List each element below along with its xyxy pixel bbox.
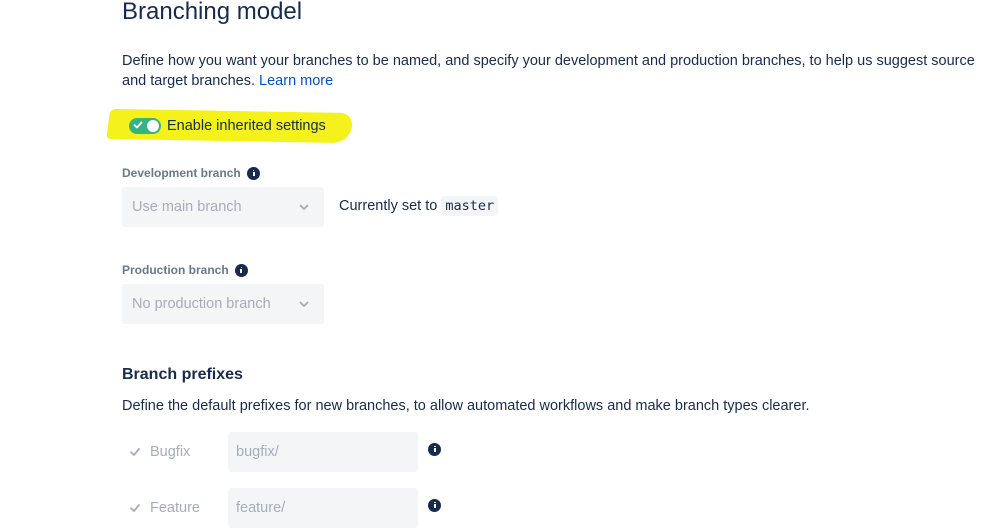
branching-model-page: Branching model Define how you want your… <box>0 0 999 528</box>
info-icon[interactable] <box>428 442 441 456</box>
prefix-name: Feature <box>150 500 200 516</box>
page-description: Define how you want your branches to be … <box>122 51 992 91</box>
development-branch-value: Use main branch <box>132 199 242 215</box>
prefix-row-feature: Feature feature/ <box>122 488 441 528</box>
chevron-down-icon <box>299 204 309 210</box>
inherit-settings-label: Enable inherited settings <box>167 118 326 134</box>
development-branch-label-row: Development branch <box>122 165 260 181</box>
info-icon[interactable] <box>234 263 248 277</box>
prefix-input[interactable]: bugfix/ <box>228 432 418 472</box>
production-branch-label: Production branch <box>122 263 229 277</box>
current-setting-label: Currently set to <box>339 198 438 214</box>
info-icon[interactable] <box>428 498 441 512</box>
description-text: Define how you want your branches to be … <box>122 53 975 89</box>
check-icon[interactable] <box>128 501 142 515</box>
development-current-setting: Currently set to master <box>339 196 499 216</box>
production-branch-select[interactable]: No production branch <box>122 284 324 324</box>
inherit-settings-toggle[interactable] <box>129 118 161 134</box>
inherit-settings-row: Enable inherited settings <box>129 116 326 136</box>
page-title: Branching model <box>122 0 303 25</box>
toggle-knob <box>147 120 159 132</box>
branch-prefixes-description: Define the default prefixes for new bran… <box>122 398 810 414</box>
prefix-row-bugfix: Bugfix bugfix/ <box>122 432 441 472</box>
production-branch-label-row: Production branch <box>122 262 248 278</box>
check-icon[interactable] <box>128 445 142 459</box>
production-branch-value: No production branch <box>132 296 271 312</box>
info-icon[interactable] <box>246 166 260 180</box>
check-icon <box>133 121 143 129</box>
current-branch-code: master <box>441 196 499 216</box>
chevron-down-icon <box>299 301 309 307</box>
learn-more-link[interactable]: Learn more <box>259 73 333 89</box>
prefix-input[interactable]: feature/ <box>228 488 418 528</box>
development-branch-label: Development branch <box>122 166 241 180</box>
prefix-name: Bugfix <box>150 444 191 460</box>
development-branch-select[interactable]: Use main branch <box>122 187 324 227</box>
branch-prefixes-title: Branch prefixes <box>122 366 243 383</box>
